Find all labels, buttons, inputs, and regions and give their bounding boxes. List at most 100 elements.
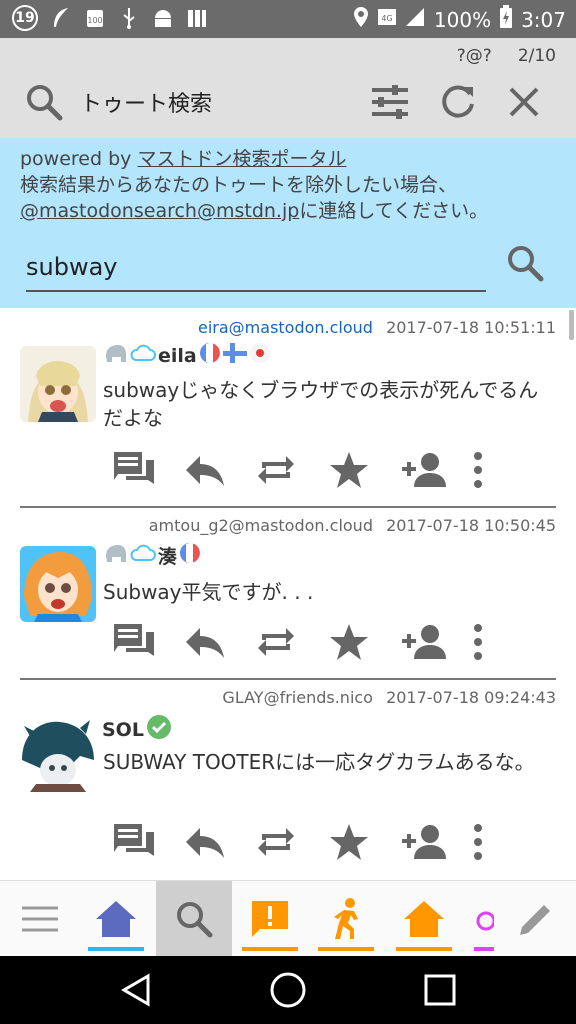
back-button[interactable] [106,966,166,1014]
close-column-button[interactable] [502,80,546,124]
conversation-icon [114,452,154,484]
reply-thread-button[interactable] [112,620,184,664]
boost-button[interactable] [256,448,328,492]
column-home[interactable] [80,881,152,957]
column-notifications[interactable] [234,881,306,957]
network-type-icon: 4G [377,6,396,33]
battery-charging-icon [499,5,513,34]
page-title: トゥート検索 [80,92,213,117]
pencil-icon [520,905,550,935]
follow-button[interactable] [400,620,472,664]
home-nav-button[interactable] [258,966,318,1014]
account-handle[interactable]: amtou_g2@mastodon.cloud [149,516,373,535]
more-vert-icon [474,824,482,860]
reply-icon [186,456,224,486]
reply-button[interactable] [184,448,256,492]
running-person-icon [334,898,358,939]
column-indicator [396,947,452,951]
recents-square-icon [424,974,456,1006]
android-icon [152,7,174,29]
flag-france-icon [199,342,221,369]
follow-button[interactable] [400,448,472,492]
search-icon [177,902,213,938]
flag-france-icon [179,542,201,569]
toot-item[interactable]: GLAY@friends.nico 2017-07-18 09:24:43 SO… [0,680,576,878]
boost-icon [258,828,294,856]
home-icon [96,901,136,937]
timestamp: 2017-07-18 10:50:45 [386,516,556,535]
boost-icon [258,456,294,484]
account-handle[interactable]: GLAY@friends.nico [222,688,373,707]
system-nav-bar [0,956,576,1024]
scrollbar[interactable] [569,310,574,340]
reply-thread-button[interactable] [112,820,184,864]
reply-thread-button[interactable] [112,448,184,492]
more-button[interactable] [472,448,544,492]
powered-by-label: powered by [20,148,138,170]
search-icon [508,246,544,282]
contact-link[interactable]: @mastodonsearch@mstdn.jp [20,200,299,222]
signal-icon [404,6,426,33]
avatar[interactable] [20,346,96,422]
location-icon [352,6,370,33]
follow-button[interactable] [400,820,472,864]
display-name: SOL [102,714,172,745]
column-local[interactable] [310,881,382,957]
usb-icon [118,7,140,29]
contact-suffix: に連絡してください。 [299,200,489,222]
more-button[interactable] [472,620,544,664]
star-icon [330,452,368,488]
search-header: ?@? 2/10 トゥート検索 [0,38,576,138]
boost-button[interactable] [256,620,328,664]
recents-button[interactable] [410,966,470,1014]
search-input[interactable] [26,240,486,292]
page-count: 2/10 [517,46,556,66]
column-home-2[interactable] [388,881,460,957]
column-search[interactable] [156,881,232,957]
svg-text:4G: 4G [381,14,392,23]
menu-button[interactable] [4,881,76,957]
search-icon [24,82,64,126]
cloud-emoji-icon [130,542,156,569]
unknown-count: ?@? [456,46,492,66]
compose-button[interactable] [500,881,572,957]
close-icon [509,87,539,117]
search-submit-button[interactable] [502,240,548,286]
home-circle-icon [270,972,306,1008]
favourite-button[interactable] [328,448,400,492]
conversation-icon [114,624,154,656]
reply-button[interactable] [184,620,256,664]
hamburger-menu-icon [22,906,58,932]
toot-item[interactable]: amtou_g2@mastodon.cloud 2017-07-18 10:50… [0,508,576,680]
feather-icon [50,7,72,29]
avatar[interactable] [20,716,96,792]
boost-button[interactable] [256,820,328,864]
column-partial[interactable] [464,881,494,957]
timestamp: 2017-07-18 10:51:11 [386,318,556,337]
reply-icon [186,828,224,858]
account-handle[interactable]: eira@mastodon.cloud [198,318,373,337]
toot-content: subwayじゃなくブラウザでの表示が死んでるんだよな [103,378,539,430]
more-button[interactable] [472,820,544,864]
back-triangle-icon [121,973,150,1007]
exclusion-notice: 検索結果からあなたのトゥートを除外したい場合、 [20,174,458,196]
federated-icon [476,911,494,931]
favourite-button[interactable] [328,620,400,664]
add-person-icon [402,825,446,859]
star-icon [330,824,368,860]
reload-button[interactable] [436,80,480,124]
verified-check-icon [146,714,172,745]
favourite-button[interactable] [328,820,400,864]
reply-button[interactable] [184,820,256,864]
avatar[interactable] [20,546,96,622]
column-settings-button[interactable] [368,80,412,124]
elephant-emoji-icon [102,342,128,369]
portal-link[interactable]: マストドン検索ポータル [137,148,346,170]
alert-message-icon [252,901,288,937]
toot-content: Subway平気ですが. . . [103,580,314,604]
column-indicator [318,947,374,951]
battery-percent: 100% [433,7,492,32]
toot-item[interactable]: eira@mastodon.cloud 2017-07-18 10:51:11 … [0,310,576,508]
display-name: eila [102,342,271,369]
conversation-icon [114,824,154,856]
